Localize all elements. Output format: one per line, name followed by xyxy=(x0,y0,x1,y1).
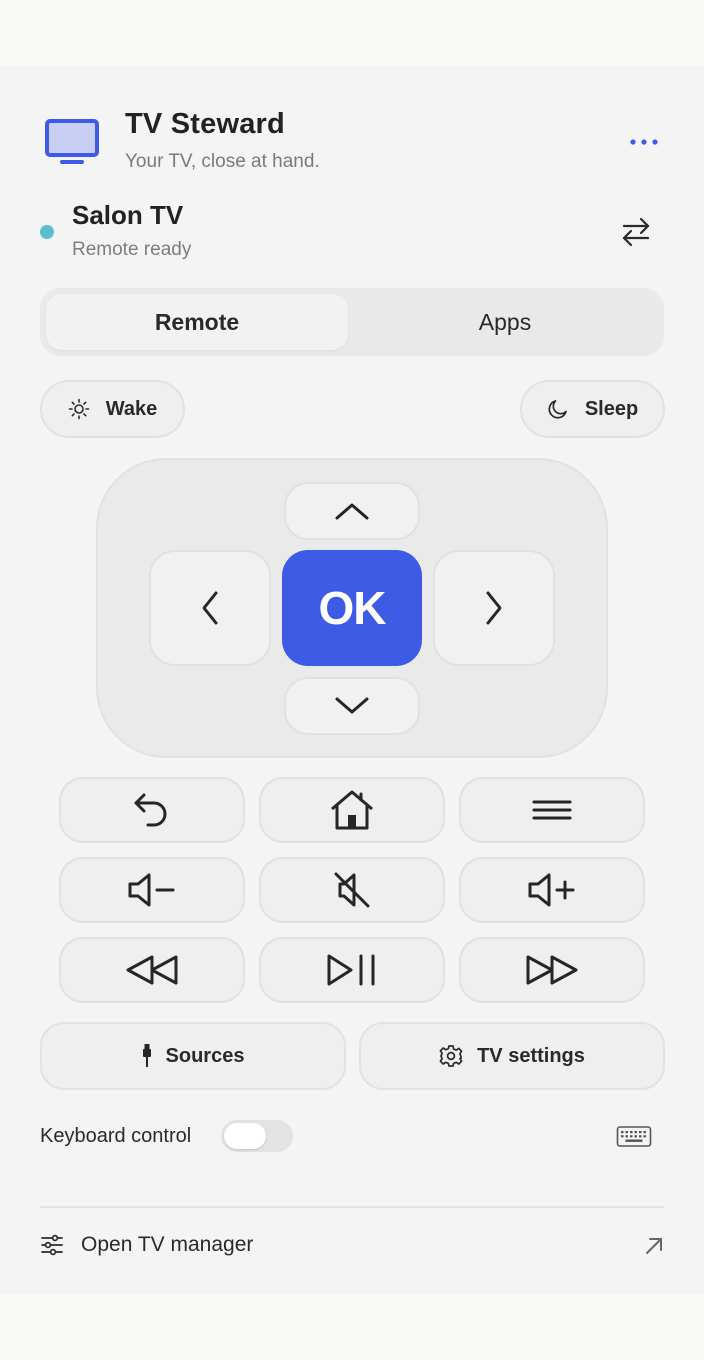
volume-down-button[interactable] xyxy=(59,857,245,923)
home-icon xyxy=(329,789,375,831)
volume-down-icon xyxy=(127,872,177,908)
menu-button[interactable] xyxy=(459,777,645,843)
wake-label: Wake xyxy=(105,397,158,420)
fast-forward-icon xyxy=(524,953,580,987)
keyboard-control-label: Keyboard control xyxy=(40,1125,192,1147)
swap-arrows-icon xyxy=(621,216,651,248)
tab-apps[interactable]: Apps xyxy=(352,294,658,350)
play-pause-icon xyxy=(325,953,379,987)
home-button[interactable] xyxy=(259,777,445,843)
tv-settings-label: TV settings xyxy=(477,1044,585,1067)
app-subtitle: Your TV, close at hand. xyxy=(125,151,320,172)
open-tv-manager-link[interactable]: Open TV manager xyxy=(81,1233,253,1257)
back-arrow-icon xyxy=(132,791,172,829)
ok-button[interactable]: OK xyxy=(282,550,422,666)
tv-settings-button[interactable]: TV settings xyxy=(359,1022,665,1090)
dpad-right-button[interactable] xyxy=(433,550,555,666)
external-arrow-icon[interactable] xyxy=(643,1235,665,1257)
gear-icon xyxy=(439,1044,463,1068)
chevron-right-icon xyxy=(484,590,504,626)
dpad-left-button[interactable] xyxy=(149,550,271,666)
tv-icon xyxy=(44,118,100,166)
sources-button[interactable]: Sources xyxy=(40,1022,346,1090)
back-button[interactable] xyxy=(59,777,245,843)
sources-label: Sources xyxy=(165,1044,245,1067)
hamburger-menu-icon xyxy=(532,799,572,821)
more-dots-icon xyxy=(629,138,659,146)
sun-icon xyxy=(68,398,90,420)
keyboard-control-toggle[interactable] xyxy=(221,1120,293,1152)
moon-icon xyxy=(547,398,569,420)
keyboard-icon[interactable] xyxy=(616,1124,652,1150)
dpad-down-button[interactable] xyxy=(284,677,420,735)
volume-up-button[interactable] xyxy=(459,857,645,923)
chevron-left-icon xyxy=(200,590,220,626)
volume-up-icon xyxy=(527,872,577,908)
play-pause-button[interactable] xyxy=(259,937,445,1003)
device-name: Salon TV xyxy=(72,200,184,230)
sliders-icon xyxy=(40,1234,64,1256)
rewind-button[interactable] xyxy=(59,937,245,1003)
dpad-up-button[interactable] xyxy=(284,482,420,540)
chevron-up-icon xyxy=(334,501,370,521)
device-status: Remote ready xyxy=(72,239,192,260)
sleep-label: Sleep xyxy=(584,397,639,420)
toggle-knob xyxy=(224,1123,266,1149)
sleep-button[interactable]: Sleep xyxy=(520,380,665,438)
tab-remote[interactable]: Remote xyxy=(46,294,348,350)
rewind-icon xyxy=(124,953,180,987)
wake-button[interactable]: Wake xyxy=(40,380,185,438)
fast-forward-button[interactable] xyxy=(459,937,645,1003)
app-title: TV Steward xyxy=(125,108,285,140)
status-indicator xyxy=(40,225,54,239)
view-tabs: Remote Apps xyxy=(40,288,664,356)
plug-icon xyxy=(142,1044,152,1068)
mute-button[interactable] xyxy=(259,857,445,923)
chevron-down-icon xyxy=(334,696,370,716)
more-menu-button[interactable] xyxy=(622,124,666,160)
switch-device-button[interactable] xyxy=(614,212,658,252)
divider xyxy=(40,1206,664,1208)
mute-icon xyxy=(332,870,372,910)
